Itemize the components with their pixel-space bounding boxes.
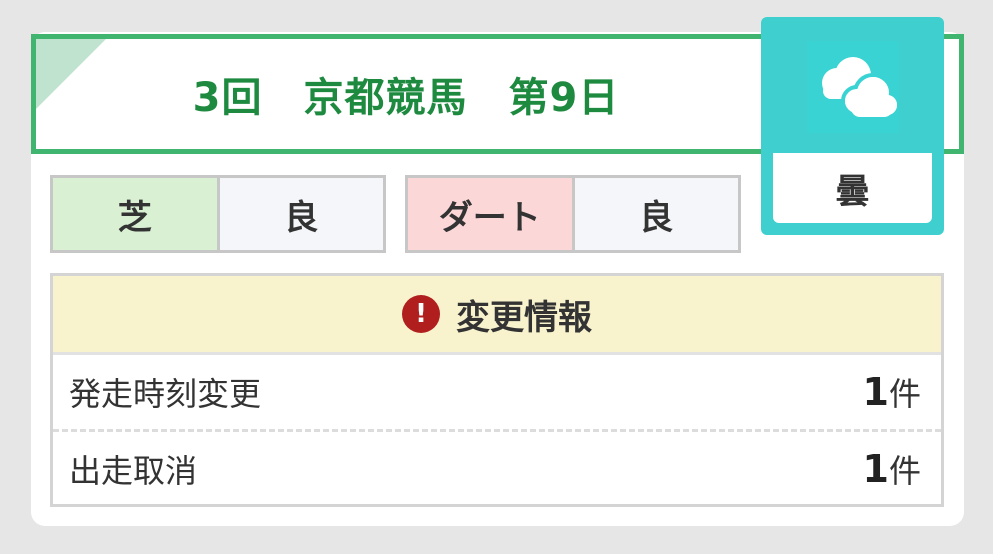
weather-panel: 曇 [761, 17, 944, 235]
weather-label: 曇 [773, 153, 932, 223]
cloud-icon [807, 41, 899, 133]
changes-panel: ! 変更情報 発走時刻変更 1 件 出走取消 1 件 [50, 273, 944, 507]
dirt-condition: ダート 良 [405, 175, 741, 253]
change-row-count: 1 件 [863, 446, 921, 492]
changes-header: ! 変更情報 [53, 276, 941, 355]
change-count-unit: 件 [888, 375, 921, 413]
change-count-number: 1 [862, 447, 889, 491]
change-count-number: 1 [862, 370, 889, 414]
alert-icon: ! [402, 295, 440, 333]
change-row-start-time[interactable]: 発走時刻変更 1 件 [53, 355, 941, 429]
race-title: 3回 京都競馬 第9日 [192, 75, 620, 121]
changes-header-title: 変更情報 [456, 297, 592, 338]
turf-condition: 芝 良 [50, 175, 386, 253]
change-row-scratch[interactable]: 出走取消 1 件 [53, 429, 941, 506]
dirt-condition-value: 良 [571, 178, 738, 250]
change-count-unit: 件 [888, 452, 921, 490]
change-row-label: 出走取消 [69, 452, 198, 490]
dirt-label: ダート [408, 178, 572, 250]
change-row-count: 1 件 [863, 369, 921, 415]
turf-label: 芝 [53, 178, 217, 250]
change-row-label: 発走時刻変更 [69, 375, 262, 413]
turf-condition-value: 良 [216, 178, 383, 250]
